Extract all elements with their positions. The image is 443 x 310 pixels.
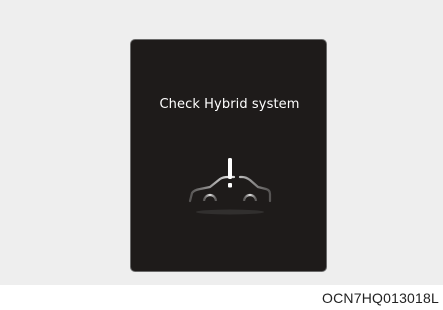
figure-panel: Check Hybrid system [0,0,443,285]
figure-code: OCN7HQ013018L [322,290,439,306]
car-warning-icon [188,158,272,215]
cluster-display: Check Hybrid system [130,39,327,272]
warning-message: Check Hybrid system [159,97,300,112]
